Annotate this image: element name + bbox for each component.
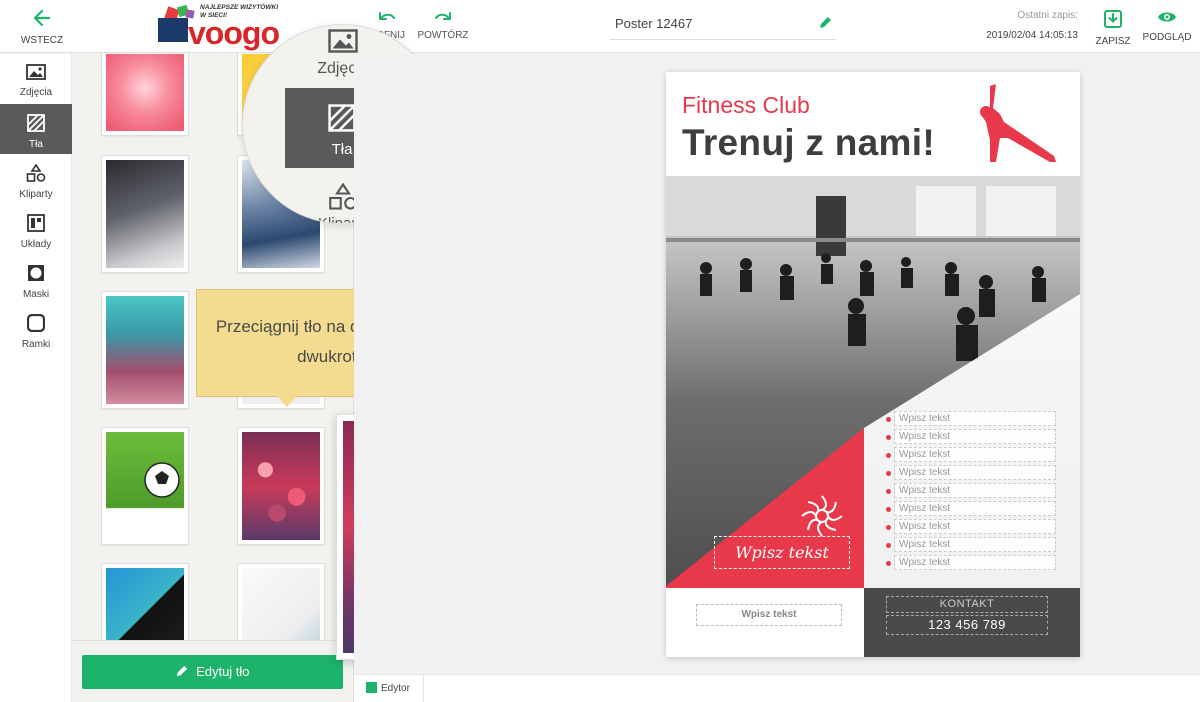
project-name-field[interactable]: Poster 12467 — [610, 10, 836, 40]
fitness-figure-icon[interactable] — [956, 82, 1068, 174]
shapes-icon — [26, 163, 46, 187]
undo-icon — [379, 12, 395, 20]
poster-script-text-field[interactable]: Wpisz tekst — [714, 536, 850, 569]
layout-icon — [27, 214, 45, 237]
left-navigation: Zdjęcia Tła Kliparty Układy Maski Ramki — [0, 54, 79, 702]
frame-icon — [26, 313, 46, 337]
poster-phone-number[interactable]: 123 456 789 — [886, 615, 1048, 635]
edit-background-button[interactable]: Edytuj tło — [82, 655, 343, 689]
last-save-time: 2019/02/04 14:05:13 — [986, 30, 1078, 41]
poster-footer-right: KONTAKT 123 456 789 — [864, 588, 1080, 657]
poster-list-item[interactable]: Wpisz tekst — [894, 537, 1056, 552]
image-icon — [26, 64, 46, 85]
sun-swirl-icon[interactable] — [798, 492, 846, 540]
preview-label: PODGLĄD — [1142, 32, 1192, 43]
project-name-text: Poster 12467 — [615, 16, 693, 31]
poster-list-item[interactable]: Wpisz tekst — [894, 555, 1056, 570]
background-thumb-bokeh[interactable] — [237, 427, 325, 545]
poster-list-item[interactable]: Wpisz tekst — [894, 519, 1056, 534]
bottom-tab-bar: Edytor — [354, 674, 1200, 702]
poster-headline[interactable]: Trenuj z nami! — [682, 122, 935, 164]
image-icon — [328, 29, 358, 53]
background-thumb-keyboard[interactable] — [101, 155, 189, 273]
nav-item-photos[interactable]: Zdjęcia — [0, 54, 72, 104]
save-label: ZAPISZ — [1095, 36, 1131, 47]
poster-club-title[interactable]: Fitness Club — [682, 92, 810, 119]
poster-design[interactable]: Fitness Club Trenuj z nami! Wpisz tekst … — [666, 72, 1080, 657]
editor-icon — [366, 682, 377, 693]
poster-list-item[interactable]: Wpisz tekst — [894, 501, 1056, 516]
poster-footer-text-field[interactable]: Wpisz tekst — [696, 604, 842, 626]
save-download-icon — [1104, 10, 1122, 28]
nav-item-masks[interactable]: Maski — [0, 254, 72, 304]
pencil-icon — [177, 665, 188, 677]
poster-footer-left: Wpisz tekst — [666, 588, 864, 657]
back-button[interactable]: WSTECZ — [14, 8, 70, 46]
background-thumb-pink-flower[interactable] — [101, 54, 189, 136]
last-save-info: Ostatni zapis: 2019/02/04 14:05:13 — [960, 10, 1078, 41]
last-save-label: Ostatni zapis: — [1017, 10, 1078, 21]
background-thumb-blurry-teal[interactable] — [101, 291, 189, 409]
panel-footer: Edytuj tło — [72, 640, 353, 702]
eye-icon — [1158, 12, 1176, 22]
football-icon — [144, 462, 180, 498]
pencil-icon[interactable] — [818, 16, 832, 30]
arrow-left-icon — [33, 9, 51, 27]
top-toolbar: WSTECZ NAJLEPSZE WIZYTÓWKI W SIECI! voog… — [0, 0, 1200, 53]
poster-list-item[interactable]: Wpisz tekst — [894, 483, 1056, 498]
background-thumb-football[interactable] — [101, 427, 189, 545]
preview-button[interactable]: PODGLĄD — [1140, 10, 1194, 43]
tab-editor[interactable]: Edytor — [360, 675, 424, 702]
nav-item-cliparts[interactable]: Kliparty — [0, 154, 72, 204]
edit-background-label: Edytuj tło — [196, 664, 250, 679]
redo-icon — [435, 12, 451, 20]
mask-icon — [27, 264, 45, 287]
nav-item-frames[interactable]: Ramki — [0, 304, 72, 354]
background-icon — [27, 114, 45, 137]
poster-list-item[interactable]: Wpisz tekst — [894, 465, 1056, 480]
poster-list-item[interactable]: Wpisz tekst — [894, 447, 1056, 462]
nav-item-backgrounds[interactable]: Tła — [0, 104, 79, 154]
poster-list-item[interactable]: Wpisz tekst — [894, 429, 1056, 444]
nav-item-layouts[interactable]: Układy — [0, 204, 72, 254]
poster-contact-label[interactable]: KONTAKT — [886, 596, 1048, 613]
poster-list-item[interactable]: Wpisz tekst — [894, 411, 1056, 426]
background-icon — [328, 104, 356, 132]
back-label: WSTECZ — [20, 35, 64, 46]
save-button[interactable]: ZAPISZ — [1092, 10, 1134, 47]
